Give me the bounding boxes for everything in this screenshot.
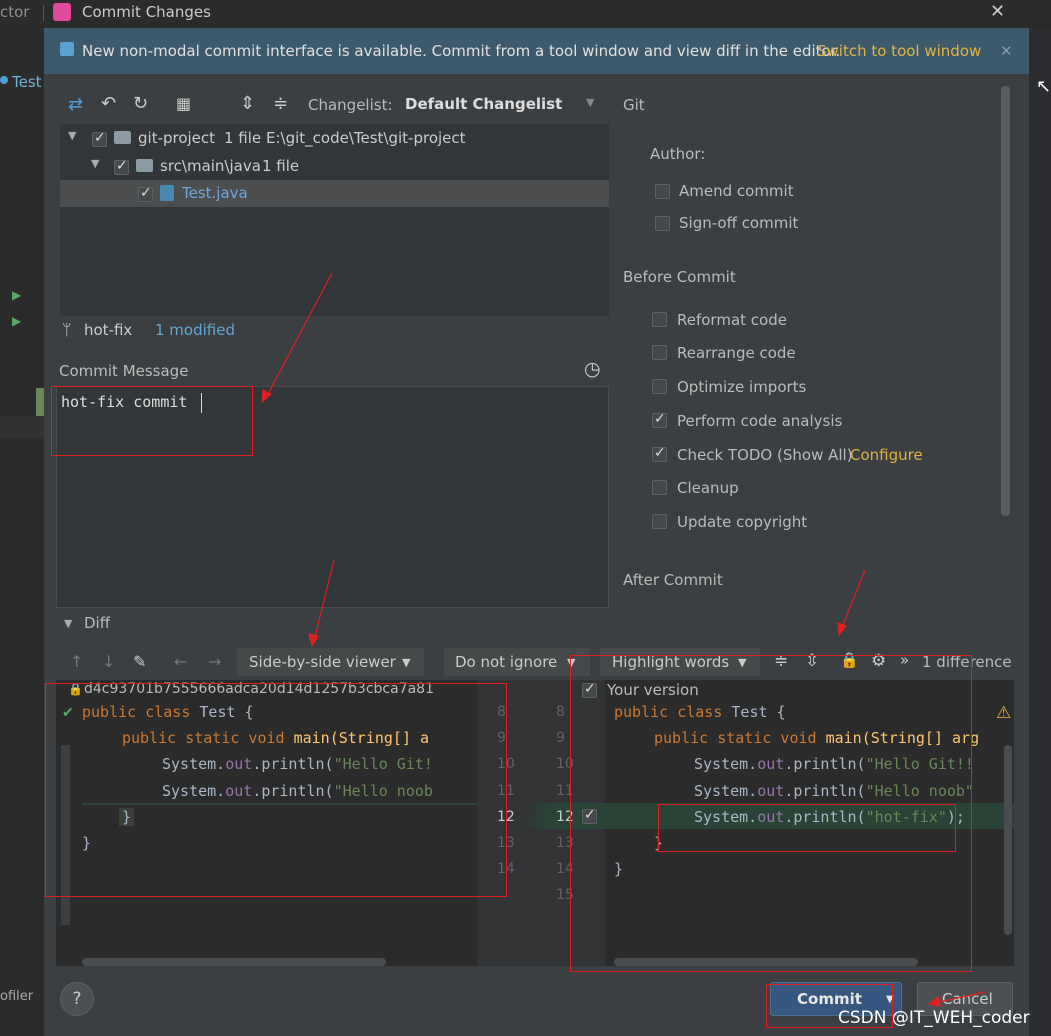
watermark: CSDN @IT_WEH_coder bbox=[838, 1008, 1030, 1028]
annotation-arrows bbox=[261, 272, 986, 1007]
